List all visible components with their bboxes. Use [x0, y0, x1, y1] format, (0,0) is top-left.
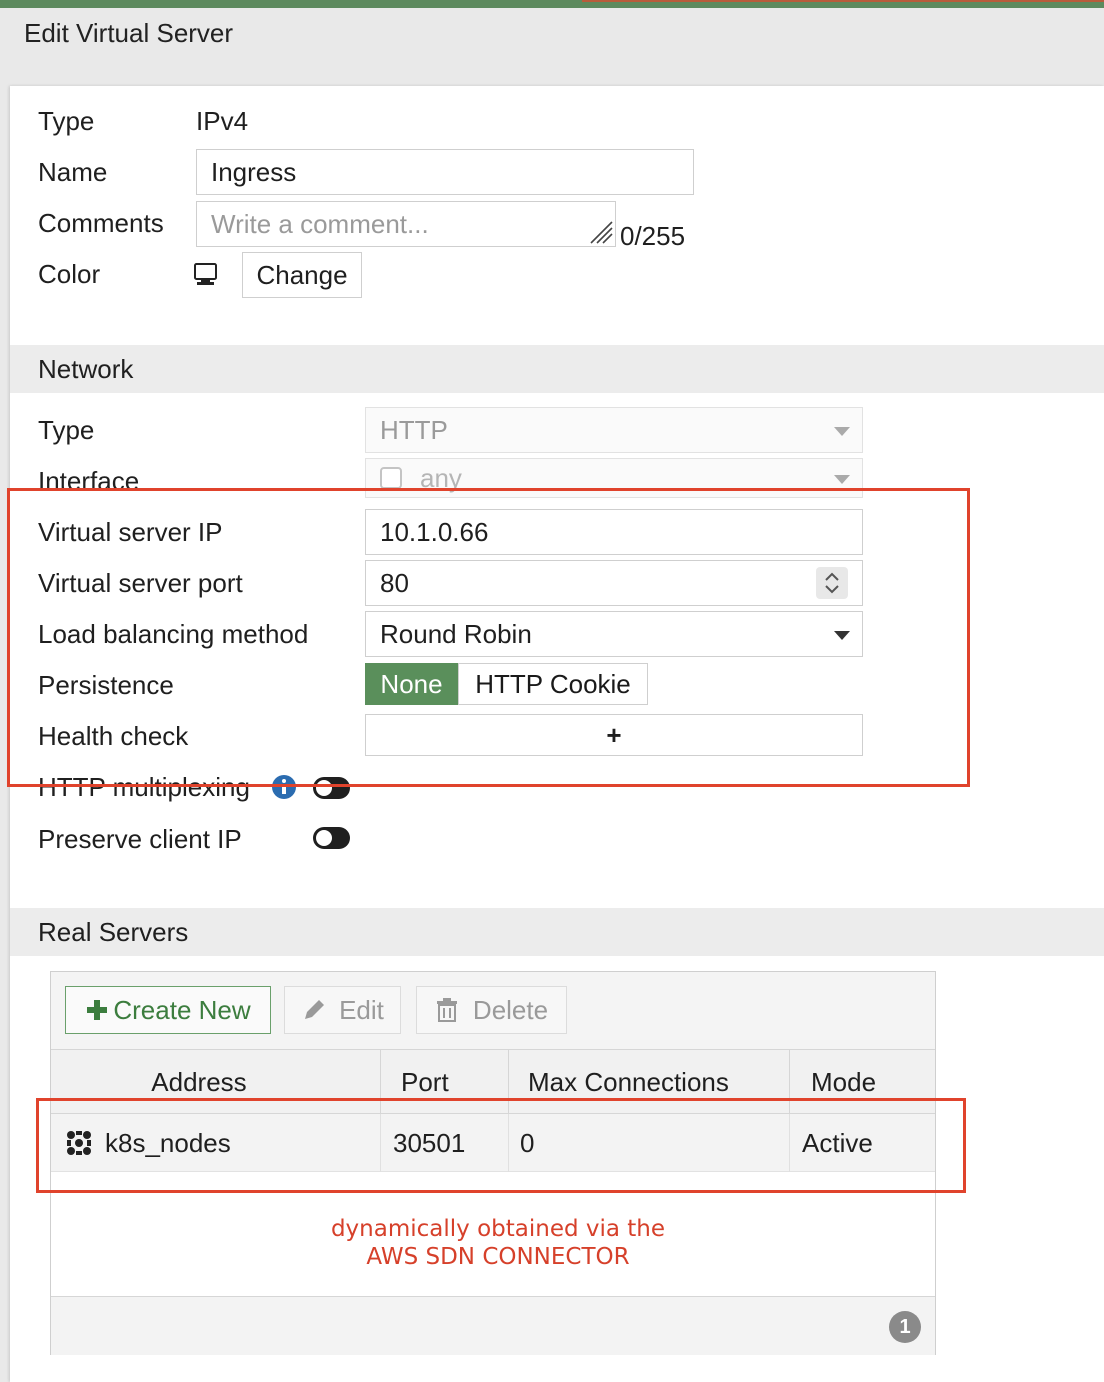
top-accent-stripe [582, 0, 1104, 2]
type-value: IPv4 [196, 106, 249, 136]
annotation-highlight-box [7, 488, 970, 787]
color-label: Color [38, 259, 101, 289]
trash-icon [436, 998, 457, 1022]
real-servers-section-heading: Real Servers [10, 908, 1104, 956]
table-toolbar: Create New Edit Delete [51, 972, 935, 1050]
network-section-heading: Network [10, 345, 1104, 393]
comments-textarea[interactable]: Write a comment... [196, 201, 616, 247]
name-input[interactable]: Ingress [196, 149, 694, 195]
row-count-badge: 1 [889, 1311, 921, 1343]
checkbox-icon [380, 467, 402, 489]
comments-counter: 0/255 [620, 221, 686, 251]
edit-button[interactable]: Edit [284, 986, 401, 1034]
network-type-select: HTTP [365, 407, 863, 453]
comments-label: Comments [38, 208, 164, 238]
network-type-value: HTTP [380, 414, 448, 445]
delete-button[interactable]: Delete [416, 986, 567, 1034]
change-color-button[interactable]: Change [242, 252, 362, 298]
edit-label: Edit [339, 994, 384, 1025]
plus-icon [87, 1000, 108, 1020]
create-new-label: Create New [113, 994, 251, 1025]
pencil-icon [305, 1000, 325, 1019]
create-new-button[interactable]: Create New [65, 986, 271, 1034]
chevron-down-icon [834, 475, 850, 484]
toggle-knob [316, 830, 332, 846]
delete-label: Delete [472, 994, 549, 1025]
resize-grip-icon[interactable] [587, 218, 613, 244]
annotation-text-line2: AWS SDN CONNECTOR [366, 1244, 630, 1270]
preserve-client-ip-toggle[interactable] [313, 827, 350, 849]
name-input-value: Ingress [211, 156, 297, 187]
chevron-down-icon [834, 427, 850, 436]
comments-placeholder: Write a comment... [211, 208, 429, 239]
name-label: Name [38, 157, 108, 187]
preserve-client-ip-label: Preserve client IP [38, 824, 242, 854]
annotation-text-line1: dynamically obtained via the [330, 1216, 666, 1242]
table-footer: 1 [51, 1296, 935, 1355]
monitor-icon [194, 263, 217, 285]
type-label: Type [38, 106, 95, 136]
dialog-title: Edit Virtual Server [24, 18, 234, 48]
annotation-highlight-box [36, 1098, 966, 1193]
top-accent-bar [0, 0, 1104, 8]
network-type-label: Type [38, 415, 95, 445]
